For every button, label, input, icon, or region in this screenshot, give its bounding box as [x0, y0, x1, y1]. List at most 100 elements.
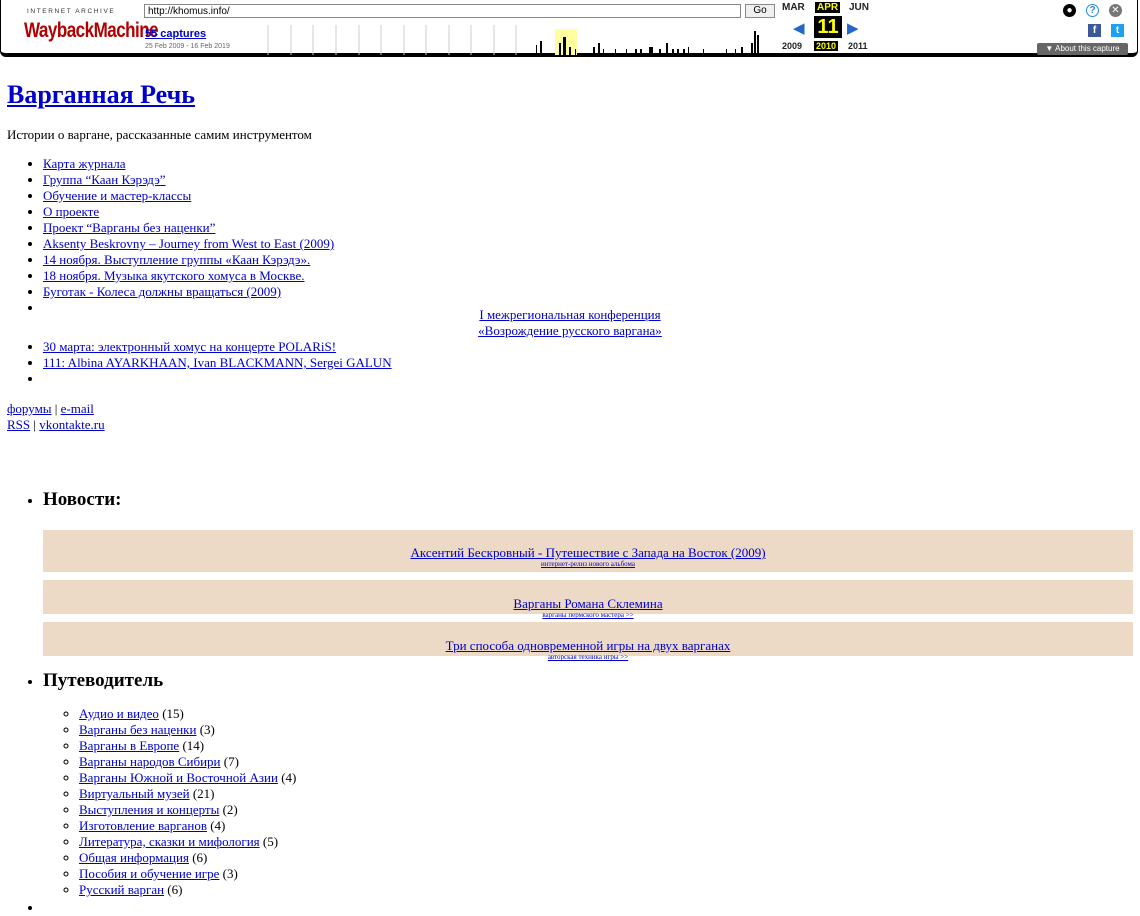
menu-link-about[interactable]: О проекте — [43, 204, 99, 219]
prev-year-label[interactable]: 2009 — [782, 41, 802, 51]
captures-link[interactable]: 55 captures — [145, 28, 206, 40]
go-button[interactable]: Go — [745, 4, 775, 18]
triangle-down-icon: ▼ — [1045, 44, 1056, 53]
menu-item[interactable]: Aksenty Beskrovny – Journey from West to… — [43, 236, 1133, 252]
news-item[interactable]: Три способа одновременной игры на двух в… — [43, 622, 1133, 661]
category-item: Варганы народов Сибири (7) — [79, 754, 1133, 770]
vkontakte-link[interactable]: vkontakte.ru — [39, 417, 104, 432]
menu-item[interactable]: Обучение и мастер-классы — [43, 188, 1133, 204]
category-link[interactable]: Общая информация — [79, 850, 189, 865]
wayback-toolbar: INTERNET ARCHIVE WaybackMachine Go 55 ca… — [0, 0, 1138, 57]
next-month-label[interactable]: JUN — [849, 2, 869, 13]
category-link[interactable]: Варганы народов Сибири — [79, 754, 221, 769]
category-item: Виртуальный музей (21) — [79, 786, 1133, 802]
category-item: Литература, сказки и мифология (5) — [79, 834, 1133, 850]
category-link[interactable]: Русский варган — [79, 882, 164, 897]
email-link[interactable]: e-mail — [61, 401, 94, 416]
menu-link-nov18[interactable]: 18 ноября. Музыка якутского хомуса в Мос… — [43, 268, 304, 283]
menu-link-bugotak[interactable]: Буготак - Колеса должны вращаться (2009) — [43, 284, 281, 299]
menu-item-empty — [43, 371, 1133, 387]
menu-link-band[interactable]: Группа “Каан Кэрэдэ” — [43, 172, 166, 187]
help-icon[interactable]: ? — [1086, 4, 1099, 17]
menu-item[interactable]: О проекте — [43, 204, 1133, 220]
conference-link-line2[interactable]: «Возрождение русского варгана» — [478, 323, 662, 338]
current-day-label: 11 — [814, 16, 842, 38]
category-count: (3) — [199, 722, 215, 737]
category-item: Изготовление варганов (4) — [79, 818, 1133, 834]
news-item-sub-link[interactable]: интернет-релиз нового альбома — [43, 560, 1133, 568]
menu-item[interactable]: Проект “Варганы без наценки” — [43, 220, 1133, 236]
about-capture-button[interactable]: ▼ About this capture — [1037, 43, 1128, 55]
menu-item[interactable]: 111: Albina AYARKHAAN, Ivan BLACKMANN, S… — [43, 355, 1133, 371]
menu-link-map[interactable]: Карта журнала — [43, 156, 126, 171]
next-capture-arrow-icon[interactable]: ▶ — [847, 19, 859, 37]
menu-link-111[interactable]: 111: Albina AYARKHAAN, Ivan BLACKMANN, S… — [43, 355, 392, 370]
category-count: (6) — [192, 850, 208, 865]
rss-link[interactable]: RSS — [7, 417, 30, 432]
menu-item[interactable]: 18 ноября. Музыка якутского хомуса в Мос… — [43, 268, 1133, 284]
category-item: Варганы без наценки (3) — [79, 722, 1133, 738]
category-item: Аудио и видео (15) — [79, 706, 1133, 722]
news-item-title-link[interactable]: Варганы Романа Склемина — [43, 597, 1133, 611]
menu-link-lessons[interactable]: Обучение и мастер-классы — [43, 188, 191, 203]
facebook-icon[interactable]: f — [1088, 24, 1101, 37]
wayback-url-input[interactable] — [144, 4, 741, 18]
category-link[interactable]: Выступления и концерты — [79, 802, 219, 817]
capture-sparkline[interactable] — [241, 25, 777, 55]
menu-item[interactable]: 30 марта: электронный хомус на концерте … — [43, 339, 1133, 355]
menu-link-nov14[interactable]: 14 ноября. Выступление группы «Каан Кэрэ… — [43, 252, 310, 267]
news-item-sub-link[interactable]: варганы пермского мастера >> — [43, 611, 1133, 619]
category-link[interactable]: Изготовление варганов — [79, 818, 207, 833]
prev-month-label[interactable]: MAR — [782, 2, 805, 13]
guide-widget: Путеводитель Аудио и видео (15) Варганы … — [43, 670, 1133, 898]
category-link[interactable]: Варганы Южной и Восточной Азии — [79, 770, 278, 785]
menu-item[interactable]: Карта журнала — [43, 156, 1133, 172]
category-count: (4) — [281, 770, 297, 785]
close-icon[interactable]: ✕ — [1109, 4, 1122, 17]
category-link[interactable]: Варганы в Европе — [79, 738, 179, 753]
news-item-title-link[interactable]: Аксентий Бескровный - Путешествие с Запа… — [43, 546, 1133, 560]
category-count: (7) — [223, 754, 239, 769]
site-title-link[interactable]: Варганная Речь — [7, 80, 195, 109]
prev-capture-arrow-icon[interactable]: ◀ — [793, 19, 805, 37]
internet-archive-label: INTERNET ARCHIVE — [27, 8, 116, 15]
user-account-icon[interactable]: ● — [1063, 4, 1076, 17]
category-count: (6) — [167, 882, 183, 897]
news-widget: Новости: Аксентий Бескровный - Путешеств… — [43, 489, 1133, 661]
link-separator: | — [54, 401, 58, 416]
menu-link-aksenty[interactable]: Aksenty Beskrovny – Journey from West to… — [43, 236, 334, 251]
category-link[interactable]: Виртуальный музей — [79, 786, 190, 801]
category-list: Аудио и видео (15) Варганы без наценки (… — [43, 706, 1133, 898]
page-content: Варганная Речь Истории о варгане, расска… — [7, 68, 1133, 916]
menu-link-polaris[interactable]: 30 марта: электронный хомус на концерте … — [43, 339, 336, 354]
category-link[interactable]: Варганы без наценки — [79, 722, 196, 737]
current-year-label: 2010 — [814, 41, 839, 51]
conference-link-line1[interactable]: I межрегиональная конференция — [479, 307, 660, 322]
menu-item[interactable]: Буготак - Колеса должны вращаться (2009) — [43, 284, 1133, 300]
category-link[interactable]: Литература, сказки и мифология — [79, 834, 260, 849]
category-count: (21) — [192, 786, 215, 801]
sidebar-widgets: Новости: Аксентий Бескровный - Путешеств… — [7, 489, 1133, 916]
wayback-logo[interactable]: WaybackMachine — [24, 18, 159, 43]
category-link[interactable]: Пособия и обучение игре — [79, 866, 219, 881]
category-item: Варганы в Европе (14) — [79, 738, 1133, 754]
conference-banner[interactable]: I межрегиональная конференция «Возрожден… — [7, 307, 1133, 339]
next-year-label[interactable]: 2011 — [848, 41, 868, 51]
category-count: (14) — [182, 738, 205, 753]
category-link[interactable]: Аудио и видео — [79, 706, 159, 721]
menu-item[interactable]: Группа “Каан Кэрэдэ” — [43, 172, 1133, 188]
menu-item[interactable]: 14 ноября. Выступление группы «Каан Кэрэ… — [43, 252, 1133, 268]
news-widget-title: Новости: — [43, 489, 122, 510]
category-item: Общая информация (6) — [79, 850, 1133, 866]
news-item-title-link[interactable]: Три способа одновременной игры на двух в… — [43, 639, 1133, 653]
guide-widget-title: Путеводитель — [43, 670, 164, 691]
category-count: (4) — [210, 818, 226, 833]
news-item[interactable]: Аксентий Бескровный - Путешествие с Запа… — [43, 530, 1133, 572]
twitter-icon[interactable]: t — [1111, 24, 1124, 37]
site-title: Варганная Речь — [7, 80, 1133, 110]
news-item-sub-link[interactable]: авторская техника игры >> — [43, 653, 1133, 661]
menu-link-project[interactable]: Проект “Варганы без наценки” — [43, 220, 215, 235]
news-item-title: Варганы Романа Склемина — [513, 596, 663, 611]
news-item[interactable]: Варганы Романа Склемина варганы пермског… — [43, 580, 1133, 619]
forums-link[interactable]: форумы — [7, 401, 52, 416]
